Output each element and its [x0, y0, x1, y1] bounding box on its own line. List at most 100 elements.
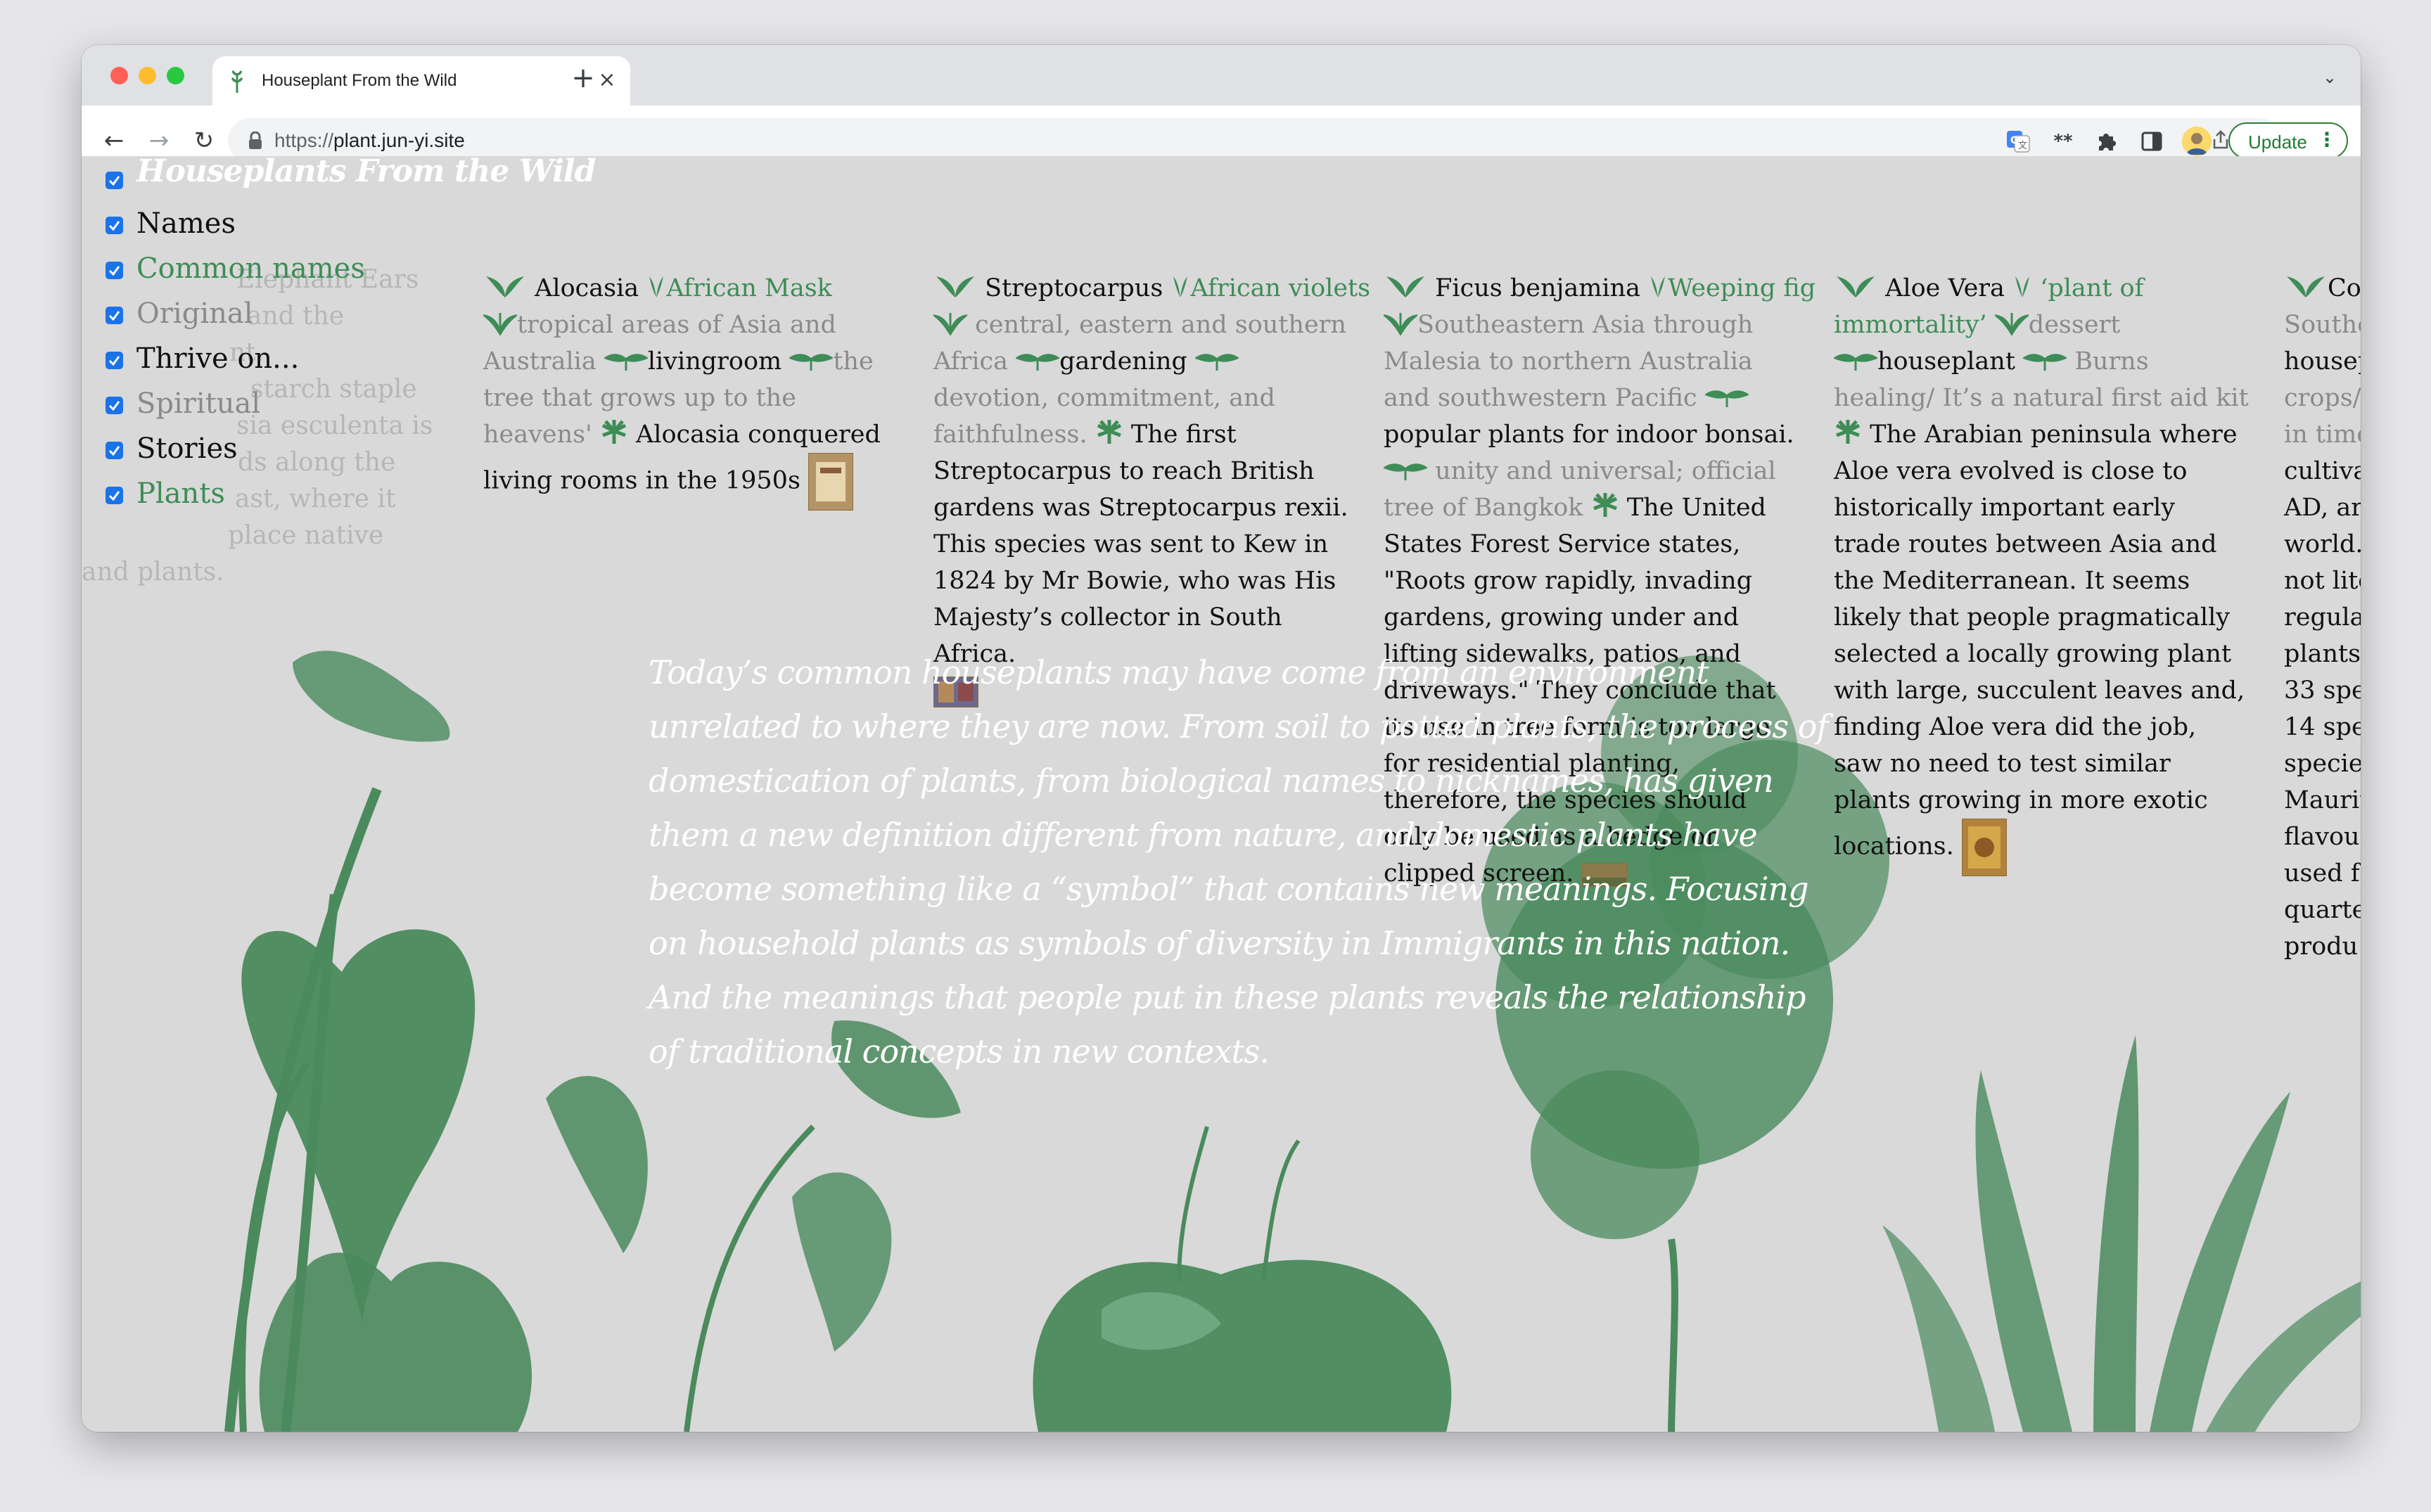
- common-name: African Mask: [666, 274, 832, 302]
- palm-icon: [1835, 420, 1861, 444]
- partial-line: housep: [2284, 347, 2361, 376]
- leaf-tuft-icon: [2015, 276, 2030, 297]
- thrive-text: livingroom: [647, 347, 782, 376]
- stories-checkbox[interactable]: [106, 442, 123, 459]
- alocasia-leaf: [259, 1252, 532, 1432]
- seedling-icon: [1016, 354, 1060, 371]
- leaf-tuft-icon: [1173, 276, 1188, 297]
- partial-line: not lite: [2284, 567, 2361, 595]
- seedling-icon: [1195, 354, 1239, 371]
- sprout-icon: [486, 276, 524, 297]
- partial-line: Mauriti: [2284, 786, 2361, 814]
- plant-name: Ficus benjamina: [1435, 274, 1641, 302]
- update-button[interactable]: Update ⋮: [2228, 122, 2348, 159]
- plants-label: Plants: [136, 478, 225, 510]
- sprout-icon: [1386, 276, 1424, 297]
- grass-icon: [1994, 313, 2029, 335]
- caladium-stem: [684, 1125, 815, 1432]
- intro-quote: Today’s common houseplants may have come…: [649, 653, 1828, 1070]
- browser-window: Houseplant From the Wild × + ⌄ ← → ↻ htt…: [82, 45, 2361, 1432]
- partial-line: plants: [2284, 640, 2361, 668]
- thrive-on-label: Thrive on...: [136, 342, 300, 375]
- partial-line: regula: [2284, 603, 2361, 632]
- new-tab-button[interactable]: +: [566, 60, 601, 96]
- streptocarpus-stem: [1177, 1126, 1209, 1282]
- seedling-icon: [604, 354, 648, 371]
- stories-label: Stories: [136, 433, 238, 465]
- common-names-label: Common names: [136, 252, 365, 285]
- aloe-leaf: [1882, 1225, 1995, 1432]
- minimize-window-button[interactable]: [139, 67, 156, 84]
- grass-icon: [933, 313, 967, 335]
- origin-text: dessert: [2028, 311, 2121, 339]
- aloe-leaf: [2206, 1281, 2361, 1432]
- palm-icon: [601, 420, 626, 444]
- site-title: Houseplants From the Wild: [136, 156, 596, 189]
- seedling-icon: [1704, 390, 1749, 407]
- seedling-icon: [789, 354, 834, 371]
- back-button[interactable]: ←: [98, 125, 129, 156]
- extensions-puzzle-icon[interactable]: [2095, 129, 2119, 153]
- spiritual-checkbox[interactable]: [106, 397, 123, 414]
- grass-icon: [1384, 313, 1417, 335]
- original-checkbox[interactable]: [106, 307, 123, 324]
- partial-line: world.: [2284, 530, 2361, 558]
- thrive-on-checkbox[interactable]: [106, 352, 123, 369]
- seedling-icon: [1834, 354, 1877, 371]
- alocasia-leaf-top: [293, 651, 450, 742]
- title-checkbox[interactable]: [106, 172, 123, 189]
- story-image: [1961, 819, 2007, 876]
- palm-icon: [1097, 420, 1121, 444]
- tab-search-chevron-icon[interactable]: ⌄: [2317, 65, 2342, 90]
- partial-line: flavour: [2284, 823, 2361, 851]
- sprout-icon: [2287, 276, 2325, 297]
- partial-line: cultiva: [2284, 457, 2361, 485]
- partial-line: species: [2284, 750, 2361, 778]
- forward-button[interactable]: →: [143, 125, 174, 156]
- close-window-button[interactable]: [110, 67, 128, 84]
- plant-name: Alocasia: [535, 274, 639, 302]
- profile-avatar[interactable]: [2182, 127, 2212, 156]
- story-image: [808, 453, 854, 511]
- grass-icon: [483, 313, 517, 335]
- common-names-checkbox[interactable]: [106, 262, 123, 279]
- side-panel-icon[interactable]: [2140, 129, 2164, 153]
- seedling-icon: [1384, 463, 1427, 480]
- thrive-text: gardening: [1059, 347, 1187, 376]
- update-label: Update: [2248, 132, 2307, 153]
- story-text: The Arabian peninsula where Aloe vera ev…: [1834, 421, 2245, 861]
- thrive-text: houseplant: [1877, 347, 2015, 376]
- leaf-tuft-icon: [649, 276, 664, 297]
- partial-line: used fo: [2284, 859, 2361, 888]
- reload-button[interactable]: ↻: [189, 125, 219, 156]
- tab-title: Houseplant From the Wild: [262, 71, 457, 90]
- plant-name: Streptocarpus: [985, 274, 1163, 302]
- plant-column-partial: Co Southe housep crops/ in time cultiva …: [2284, 270, 2361, 965]
- origin-text: Southeastern Asia through Malesia to nor…: [1384, 311, 1754, 412]
- aloe-leaf: [1975, 1070, 2072, 1432]
- plant-column-aloe-vera: Aloe Vera ‘plant of immortality’ dessert…: [1834, 270, 2249, 876]
- translate-icon[interactable]: G 文: [2006, 129, 2030, 153]
- more-menu-icon[interactable]: ⋮: [2317, 128, 2337, 151]
- plant-column-streptocarpus: Streptocarpus African violets central, e…: [933, 270, 1370, 709]
- leaf-tuft-icon: [1651, 276, 1666, 297]
- names-checkbox[interactable]: [106, 217, 123, 234]
- password-key-icon[interactable]: **: [2051, 129, 2075, 153]
- zoom-window-button[interactable]: [167, 67, 184, 84]
- names-label: Names: [136, 207, 236, 240]
- plant-favicon-icon: [231, 70, 243, 93]
- plants-checkbox[interactable]: [106, 487, 123, 504]
- plant-name: Aloe Vera: [1885, 274, 2005, 302]
- partial-line: produ: [2284, 933, 2359, 961]
- plant-column-alocasia: Alocasia African Mask tropical areas of …: [483, 270, 898, 511]
- palm-icon: [1593, 493, 1617, 517]
- common-name: African violets: [1190, 274, 1371, 302]
- url-text: https://plant.jun-yi.site: [274, 129, 465, 151]
- story-text: The first Streptocarpus to reach British…: [933, 421, 1348, 668]
- avatar-icon: [2182, 127, 2212, 156]
- partial-line: quarte: [2284, 896, 2361, 924]
- common-name: Weeping fig: [1668, 274, 1816, 302]
- partial-line: 33 spe: [2284, 677, 2361, 705]
- partial-line: 14 spe: [2284, 713, 2361, 741]
- ficus-trunk: [1668, 1238, 1678, 1432]
